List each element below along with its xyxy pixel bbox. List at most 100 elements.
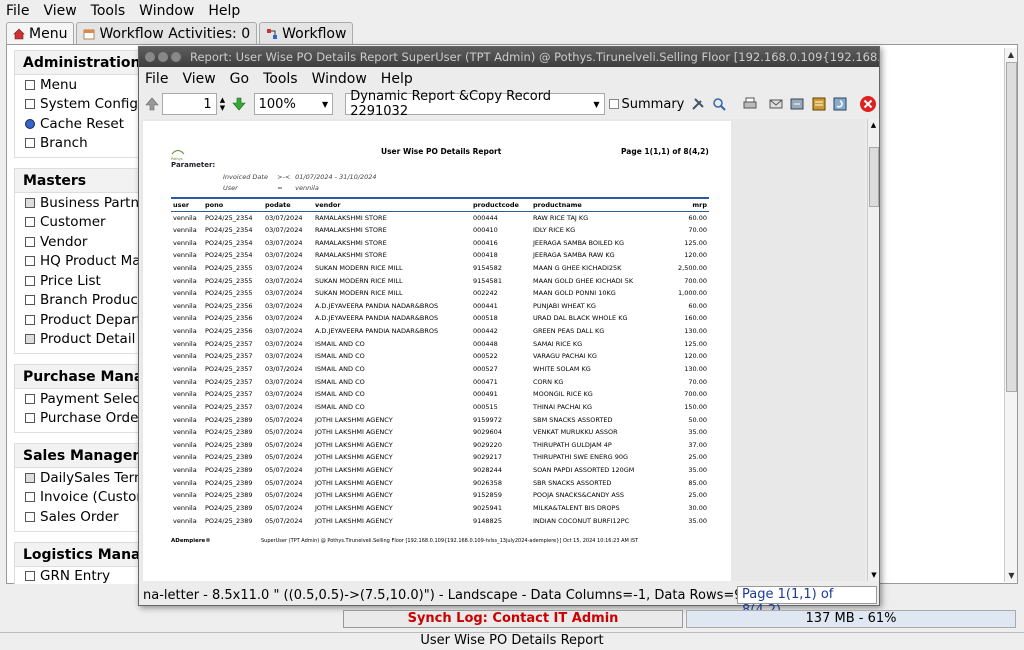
group-title[interactable]: Masters — [15, 169, 143, 193]
menu-item-system-config[interactable]: System Configu — [15, 95, 144, 115]
report-title: User Wise PO Details Report — [381, 147, 502, 156]
print-button[interactable] — [740, 94, 759, 114]
table-cell-mrp: 25.00 — [688, 491, 707, 500]
column-header-vendor[interactable]: vendor — [313, 197, 471, 212]
table-cell-productcode: 000441 — [473, 301, 498, 310]
menu-item-customer[interactable]: Customer — [15, 213, 143, 233]
menu-item-label: Branch — [40, 135, 88, 152]
menu-window[interactable]: Window — [139, 3, 194, 19]
chevron-down-icon: ▼ — [593, 99, 600, 109]
column-header-user[interactable]: user — [171, 197, 203, 212]
report-scrollbar[interactable]: ▲ ▼ — [867, 119, 879, 581]
report-menu-view[interactable]: View — [182, 71, 215, 87]
page-number-field[interactable]: 1 — [162, 93, 217, 115]
menu-item-invoice-customer[interactable]: Invoice (Custon — [15, 488, 144, 508]
window-icon — [25, 256, 35, 267]
menu-item-branch[interactable]: Branch — [15, 134, 143, 154]
menu-item-dailysales-terminal[interactable]: DailySales Term — [15, 468, 144, 488]
memory-indicator[interactable]: 137 MB - 61% — [686, 610, 1016, 628]
checkbox-box[interactable] — [608, 99, 619, 109]
calendar-icon — [83, 28, 95, 40]
menu-item-purchase-order[interactable]: Purchase Order — [15, 409, 144, 429]
send-mail-button[interactable] — [766, 94, 785, 114]
table-cell-mrp: 70.00 — [688, 377, 707, 386]
table-cell-productname: MAAN G GHEE KICHADI25K — [533, 263, 622, 272]
scroll-up-icon[interactable]: ▲ — [1005, 48, 1017, 61]
maximize-window-icon[interactable] — [171, 52, 181, 62]
menu-item-business-partner[interactable]: Business Partne — [15, 193, 144, 213]
customize-button[interactable] — [688, 94, 707, 114]
parameter-label: Parameter: — [171, 161, 216, 169]
previous-page-button[interactable] — [142, 94, 161, 114]
scroll-thumb[interactable] — [1006, 62, 1017, 392]
report-menu-file[interactable]: File — [145, 71, 168, 87]
table-cell-mrp: 50.00 — [688, 415, 707, 424]
column-header-productname[interactable]: productname — [531, 197, 657, 212]
menu-item-product-department[interactable]: Product Departr — [15, 310, 144, 330]
scroll-down-icon[interactable]: ▼ — [1005, 569, 1018, 582]
scroll-up-icon[interactable]: ▲ — [868, 119, 879, 131]
close-window-icon[interactable] — [145, 52, 155, 62]
tab-workflow[interactable]: Workflow — [259, 22, 354, 44]
report-canvas[interactable]: Pothys User Wise PO Details Report Page … — [141, 119, 865, 581]
group-title[interactable]: Administration — [15, 51, 143, 75]
export-button[interactable] — [809, 94, 828, 114]
main-scrollbar[interactable]: ▲ ▼ — [1004, 48, 1017, 582]
table-header-row: user pono podate vendor productcode prod… — [171, 197, 709, 212]
group-title[interactable]: Purchase Manag — [15, 365, 144, 389]
table-cell-podate: 05/07/2024 — [265, 466, 303, 475]
report-format-select[interactable]: Dynamic Report &Copy Record 2291032 ▼ — [345, 89, 605, 119]
table-cell-mrp: 125.00 — [684, 339, 707, 348]
tab-menu[interactable]: Menu — [6, 22, 75, 44]
report-menu-window[interactable]: Window — [312, 71, 367, 87]
group-title[interactable]: Sales Manageme — [15, 444, 144, 468]
column-header-mrp[interactable]: mrp — [657, 197, 709, 212]
refresh-button[interactable] — [830, 94, 849, 114]
close-report-button[interactable] — [859, 94, 878, 114]
window-icon — [25, 138, 35, 149]
table-cell-productcode: 9029220 — [473, 440, 502, 449]
report-window-titlebar[interactable]: Report: User Wise PO Details Report Supe… — [139, 47, 879, 67]
table-cell-pono: PO24/25_2389 — [205, 516, 253, 525]
column-header-pono[interactable]: pono — [203, 197, 263, 212]
group-title[interactable]: Logistics Manag — [15, 542, 144, 567]
next-page-button[interactable] — [229, 94, 248, 114]
table-cell-productname: GREEN PEAS DALL KG — [533, 327, 605, 336]
table-row: vennila PO24/25_2354 03/07/2024 RAMALAKSHMI… — [171, 224, 709, 237]
menu-item-payment-selection[interactable]: Payment Select — [15, 389, 144, 409]
table-cell-vendor: ISMAIL AND CO — [315, 339, 365, 348]
menu-item-grn-entry[interactable]: GRN Entry — [15, 567, 143, 584]
summary-checkbox[interactable]: Summary — [608, 96, 685, 112]
column-header-productcode[interactable]: productcode — [471, 197, 531, 212]
report-menu-go[interactable]: Go — [230, 71, 249, 87]
table-cell-productname: THIRUPATH GULDJAM 4P — [533, 440, 612, 449]
table-cell-productname: RAW RICE TAJ KG — [533, 213, 589, 222]
menu-item-product-detail[interactable]: Product Detail — [15, 330, 143, 350]
menu-view[interactable]: View — [43, 3, 76, 19]
report-menu-tools[interactable]: Tools — [263, 71, 298, 87]
synch-log-button[interactable]: Synch Log: Contact IT Admin — [343, 610, 683, 628]
menu-item-branch-product[interactable]: Branch Product — [15, 291, 143, 311]
find-button[interactable] — [710, 94, 729, 114]
tab-workflow-activities[interactable]: Workflow Activities: 0 — [76, 22, 258, 44]
menu-file[interactable]: File — [6, 3, 29, 19]
menu-item-price-list[interactable]: Price List — [15, 271, 143, 291]
summary-label: Summary — [621, 96, 685, 112]
report-menu-help[interactable]: Help — [381, 71, 413, 87]
table-cell-mrp: 35.00 — [688, 428, 707, 437]
column-header-podate[interactable]: podate — [263, 197, 313, 212]
menu-help[interactable]: Help — [208, 3, 240, 19]
menu-item-hq-product-master[interactable]: HQ Product Mas — [15, 252, 144, 272]
archive-button[interactable] — [788, 94, 807, 114]
menu-item-menu[interactable]: Menu — [15, 75, 143, 95]
scroll-thumb[interactable] — [869, 147, 879, 207]
menu-item-cache-reset[interactable]: Cache Reset — [15, 114, 143, 134]
zoom-select[interactable]: 100% ▼ — [253, 93, 334, 115]
page-spinner[interactable]: ▲ ▼ — [218, 94, 228, 114]
table-cell-productcode: 000522 — [473, 352, 498, 361]
minimize-window-icon[interactable] — [158, 52, 168, 62]
menu-item-sales-order[interactable]: Sales Order — [15, 507, 143, 527]
scroll-down-icon[interactable]: ▼ — [868, 569, 880, 581]
menu-item-vendor[interactable]: Vendor — [15, 232, 143, 252]
menu-tools[interactable]: Tools — [91, 3, 126, 19]
